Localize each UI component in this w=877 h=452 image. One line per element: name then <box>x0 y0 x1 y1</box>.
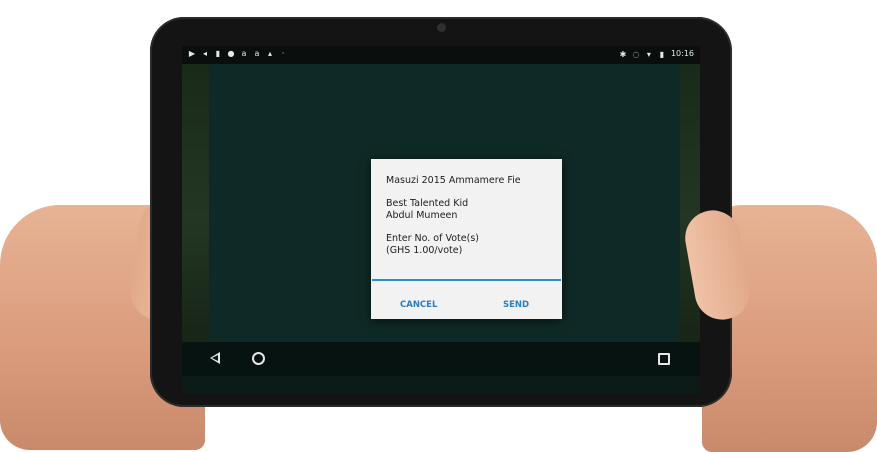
battery-icon: ▮ <box>659 49 665 59</box>
vote-count-prompt: Enter No. of Vote(s) <box>386 233 479 244</box>
status-time: 10:16 <box>670 49 694 58</box>
vote-rate: (GHS 1.00/vote) <box>386 245 463 256</box>
location-icon: ● <box>227 49 235 58</box>
sync-icon: ◌ <box>632 49 640 59</box>
tablet-frame: ▶ ◂ ▮ ● a a ▴ · ✱ ◌ ▾ ▮ 10:16 Masuzi 201… <box>150 17 732 407</box>
status-bar-system: ✱ ◌ ▾ ▮ 10:16 <box>619 49 694 59</box>
navigation-bar <box>182 342 700 376</box>
nominee-name: Abdul Mumeen <box>386 210 458 221</box>
font-a-icon: a <box>254 49 260 58</box>
cast-icon: ◂ <box>202 49 207 58</box>
play-icon: ▶ <box>188 49 196 58</box>
dot-icon: · <box>281 49 285 58</box>
vote-count-input[interactable] <box>372 279 561 281</box>
award-category: Best Talented Kid <box>386 198 469 209</box>
home-icon[interactable] <box>252 352 265 365</box>
wifi-icon: ▾ <box>646 49 651 59</box>
app-content-area: Masuzi 2015 Ammamere Fie Best Talented K… <box>209 64 680 342</box>
font-a-icon: a <box>241 49 247 58</box>
wallpaper-strip-left <box>182 64 209 376</box>
photo-icon: ▴ <box>267 49 272 58</box>
recents-icon[interactable] <box>658 353 670 365</box>
cancel-button[interactable]: CANCEL <box>394 295 443 315</box>
front-camera <box>437 23 446 32</box>
vote-dialog: Masuzi 2015 Ammamere Fie Best Talented K… <box>371 159 562 319</box>
status-bar: ▶ ◂ ▮ ● a a ▴ · ✱ ◌ ▾ ▮ 10:16 <box>182 46 700 64</box>
clipboard-icon: ▮ <box>215 49 221 58</box>
send-button[interactable]: SEND <box>497 295 535 315</box>
status-bar-notifications: ▶ ◂ ▮ ● a a ▴ · <box>188 49 287 58</box>
tablet-screen: ▶ ◂ ▮ ● a a ▴ · ✱ ◌ ▾ ▮ 10:16 Masuzi 201… <box>182 46 700 394</box>
back-icon[interactable] <box>210 352 220 364</box>
dialog-title: Masuzi 2015 Ammamere Fie <box>386 175 521 186</box>
bluetooth-icon: ✱ <box>619 49 627 59</box>
